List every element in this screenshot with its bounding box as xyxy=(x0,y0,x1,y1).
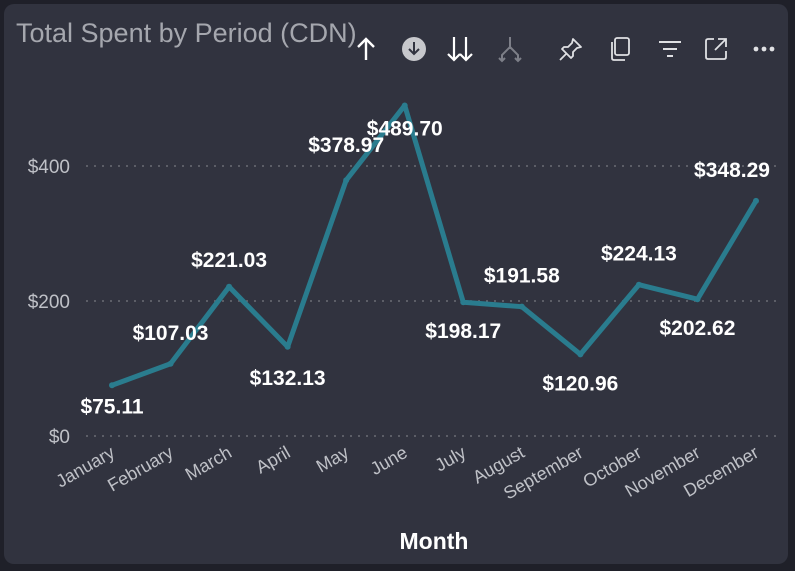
focus-mode-icon xyxy=(705,38,727,60)
y-tick-label: $0 xyxy=(49,427,70,448)
data-point xyxy=(401,102,408,109)
expand-hierarchy-icon xyxy=(498,37,522,63)
data-label: $221.03 xyxy=(191,249,267,272)
data-label: $120.96 xyxy=(542,372,618,395)
data-label: $107.03 xyxy=(133,322,209,345)
data-label: $202.62 xyxy=(659,317,735,340)
data-point xyxy=(226,283,233,290)
data-label: $198.17 xyxy=(425,320,501,343)
data-point xyxy=(753,197,759,204)
visual-header-toolbar xyxy=(4,34,788,68)
x-tick-label: March xyxy=(182,442,235,484)
data-point xyxy=(167,360,174,367)
focus-mode-button[interactable] xyxy=(701,34,731,64)
data-label: $489.70 xyxy=(367,117,443,140)
pin-icon xyxy=(559,38,582,61)
data-label: $224.13 xyxy=(601,243,677,266)
visual-card[interactable]: Total Spent by Period (CDN) $0 $200 $400 Ja… xyxy=(4,4,788,564)
data-point xyxy=(518,303,525,310)
drill-down-toggle-button[interactable] xyxy=(399,34,429,64)
double-arrow-down-icon xyxy=(447,37,473,62)
data-label: $191.58 xyxy=(484,265,560,288)
x-tick-label: May xyxy=(313,442,352,476)
data-point xyxy=(577,351,584,358)
data-point xyxy=(343,177,350,184)
more-options-button[interactable] xyxy=(749,34,779,64)
drill-down-circle-icon xyxy=(402,37,426,61)
x-tick-label: February xyxy=(104,442,176,495)
data-point xyxy=(284,343,291,350)
data-label: $75.11 xyxy=(80,395,143,418)
y-tick-label: $200 xyxy=(28,292,70,313)
drill-up-button[interactable] xyxy=(351,34,381,64)
copy-icon xyxy=(611,37,630,61)
data-point xyxy=(460,299,467,306)
data-label: $348.29 xyxy=(694,159,770,182)
more-options-icon xyxy=(753,46,775,52)
line-chart: $0$200$400JanuaryFebruary March April May Ju… xyxy=(28,102,782,554)
x-tick-label: April xyxy=(252,442,293,477)
x-tick-label: June xyxy=(367,442,411,479)
data-point xyxy=(635,281,642,288)
filters-button[interactable] xyxy=(655,34,685,64)
next-level-button[interactable] xyxy=(445,34,475,64)
y-tick-label: $400 xyxy=(28,157,70,178)
data-point xyxy=(694,296,701,303)
data-point xyxy=(109,382,115,389)
copy-visual-button[interactable] xyxy=(605,34,635,64)
filter-icon xyxy=(659,41,681,57)
expand-all-button[interactable] xyxy=(495,34,525,64)
data-label: $132.13 xyxy=(250,367,326,390)
pin-visual-button[interactable] xyxy=(556,34,586,64)
arrow-up-icon xyxy=(357,37,375,60)
x-axis-title: Month xyxy=(400,528,469,554)
x-tick-label: July xyxy=(432,442,470,475)
